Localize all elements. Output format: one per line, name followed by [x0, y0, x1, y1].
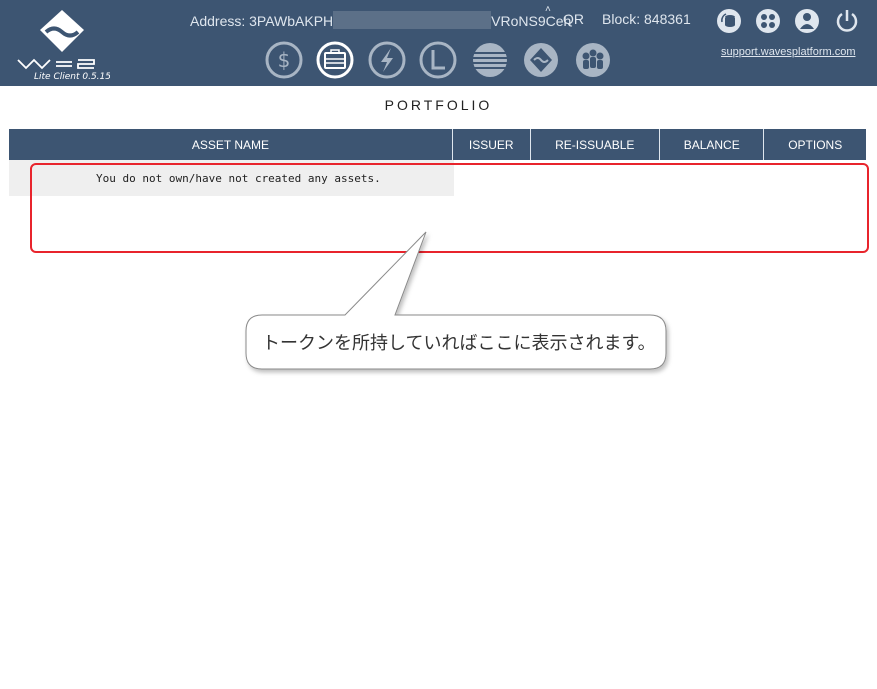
leasing-icon[interactable]	[418, 40, 458, 80]
community-icon[interactable]	[755, 8, 781, 34]
column-asset-name[interactable]: ASSET NAME	[9, 129, 453, 160]
community-group-icon[interactable]	[573, 40, 613, 80]
refresh-database-icon[interactable]	[716, 8, 742, 34]
column-balance[interactable]: BALANCE	[660, 129, 765, 160]
wallet-dollar-icon[interactable]: $	[264, 40, 304, 80]
account-icon[interactable]	[794, 8, 820, 34]
address-prefix: Address: 3PAWbAKPH	[190, 13, 334, 29]
address-suffix: VRoNS9Ceh	[491, 13, 572, 29]
qr-link[interactable]: QR	[563, 11, 584, 27]
exchange-icon[interactable]	[367, 40, 407, 80]
annotation-highlight-box	[30, 163, 869, 253]
page-title: PORTFOLIO	[384, 97, 493, 113]
portfolio-table-header: ASSET NAME ISSUER RE-ISSUABLE BALANCE OP…	[9, 129, 866, 160]
logo-subtitle: Lite Client 0.5.15a	[34, 72, 110, 82]
column-issuer[interactable]: ISSUER	[453, 129, 531, 160]
dex-icon[interactable]	[521, 40, 561, 80]
power-icon[interactable]	[834, 8, 860, 34]
support-link[interactable]: support.wavesplatform.com	[721, 46, 856, 58]
portfolio-icon[interactable]	[315, 40, 355, 80]
block-height: Block: 848361	[602, 11, 691, 27]
svg-text:$: $	[278, 48, 291, 72]
copy-caret-icon[interactable]: ˄	[545, 4, 551, 15]
column-options[interactable]: OPTIONS	[764, 129, 866, 160]
history-icon[interactable]	[470, 40, 510, 80]
callout-text: トークンを所持していればここに表示されます。	[262, 333, 656, 354]
column-reissuable[interactable]: RE-ISSUABLE	[531, 129, 660, 160]
top-header: Lite Client 0.5.15a Address: 3PAWbAKPH VR…	[0, 0, 877, 86]
waves-logo[interactable]: Lite Client 0.5.15a	[14, 8, 110, 82]
address-display: Address: 3PAWbAKPH VRoNS9Ceh	[190, 11, 571, 29]
address-redacted	[333, 11, 492, 29]
